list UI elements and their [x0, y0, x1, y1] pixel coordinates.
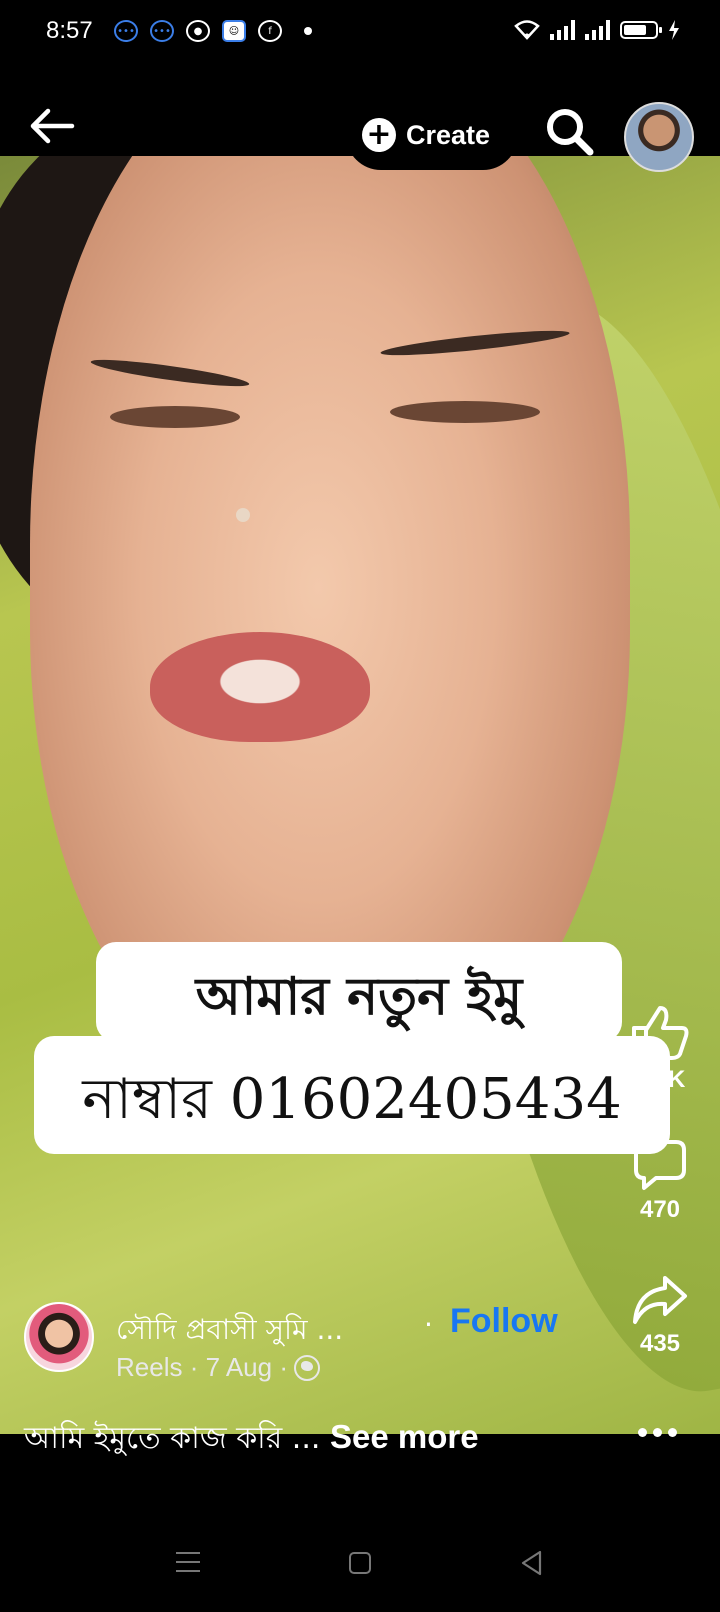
- follow-button[interactable]: Follow: [450, 1302, 558, 1341]
- video-caption-line2: নাম্বার 01602405434: [82, 1067, 622, 1132]
- post-description: আমি ইমুতে কাজ করি ... See more: [24, 1414, 479, 1465]
- wifi-icon: [514, 20, 540, 40]
- snapchat-icon: ☺: [222, 20, 246, 42]
- create-button[interactable]: + Create: [346, 100, 518, 170]
- battery-icon: [620, 21, 662, 39]
- share-button[interactable]: 435: [620, 1274, 700, 1358]
- dot-icon: [668, 1428, 677, 1437]
- comment-count: 470: [639, 1196, 681, 1223]
- reel-video[interactable]: আমার নতুন ইমু নাম্বার 01602405434: [0, 156, 720, 1434]
- thumbs-up-icon: [632, 1006, 689, 1060]
- facebook-icon: f: [258, 20, 282, 42]
- home-button[interactable]: [349, 1552, 371, 1574]
- video-nose-pin: [236, 508, 250, 522]
- messenger-icon: •••: [150, 20, 174, 42]
- description-text: আমি ইমুতে কাজ করি ...: [24, 1421, 321, 1456]
- comment-button[interactable]: 470: [620, 1138, 700, 1224]
- status-bar: 8:57 ••• ••• ● ☺ f: [0, 0, 720, 66]
- system-back-button[interactable]: [520, 1550, 544, 1580]
- plus-icon: +: [362, 118, 396, 152]
- signal-icon: [550, 20, 575, 40]
- create-label: Create: [406, 119, 491, 150]
- status-time: 8:57: [46, 17, 93, 44]
- share-icon: [633, 1276, 687, 1324]
- system-icons: [514, 20, 680, 40]
- separator-dot: ·: [424, 1308, 433, 1341]
- comment-icon: [634, 1140, 686, 1190]
- like-button[interactable]: 5.3K: [620, 1004, 700, 1094]
- back-arrow-icon: [30, 108, 75, 144]
- author-name[interactable]: সৌদি প্রবাসী সুমি ...: [116, 1308, 343, 1355]
- signal-icon: [585, 20, 610, 40]
- back-button[interactable]: [28, 106, 84, 150]
- search-button[interactable]: [544, 106, 600, 162]
- back-triangle-icon: [521, 1550, 542, 1576]
- like-count: 5.3K: [634, 1066, 686, 1093]
- system-nav-bar: [0, 1530, 720, 1612]
- charging-icon: [669, 20, 679, 40]
- notification-icons: ••• ••• ● ☺ f: [114, 20, 312, 42]
- chat-icon: ●: [186, 20, 210, 42]
- see-more-link[interactable]: See more: [330, 1418, 479, 1455]
- search-icon: [547, 109, 594, 156]
- dot-icon: [638, 1428, 647, 1437]
- share-count: 435: [639, 1330, 681, 1357]
- globe-icon: [293, 1354, 320, 1381]
- video-caption-line1: আমার নতুন ইমু: [195, 966, 523, 1027]
- author-avatar[interactable]: [24, 1302, 94, 1372]
- video-eye: [110, 406, 240, 428]
- more-notifications-dot: [304, 27, 312, 35]
- top-bar: + Create: [0, 66, 720, 172]
- messenger-icon: •••: [114, 20, 138, 42]
- author-meta: Reels · 7 Aug ·: [116, 1352, 320, 1383]
- video-eye: [390, 401, 540, 423]
- recent-apps-button[interactable]: [176, 1552, 200, 1572]
- dot-icon: [653, 1428, 662, 1437]
- post-meta: Reels · 7 Aug ·: [116, 1352, 288, 1382]
- more-options-button[interactable]: [638, 1428, 677, 1437]
- video-mouth: [150, 632, 370, 742]
- profile-avatar[interactable]: [624, 102, 694, 172]
